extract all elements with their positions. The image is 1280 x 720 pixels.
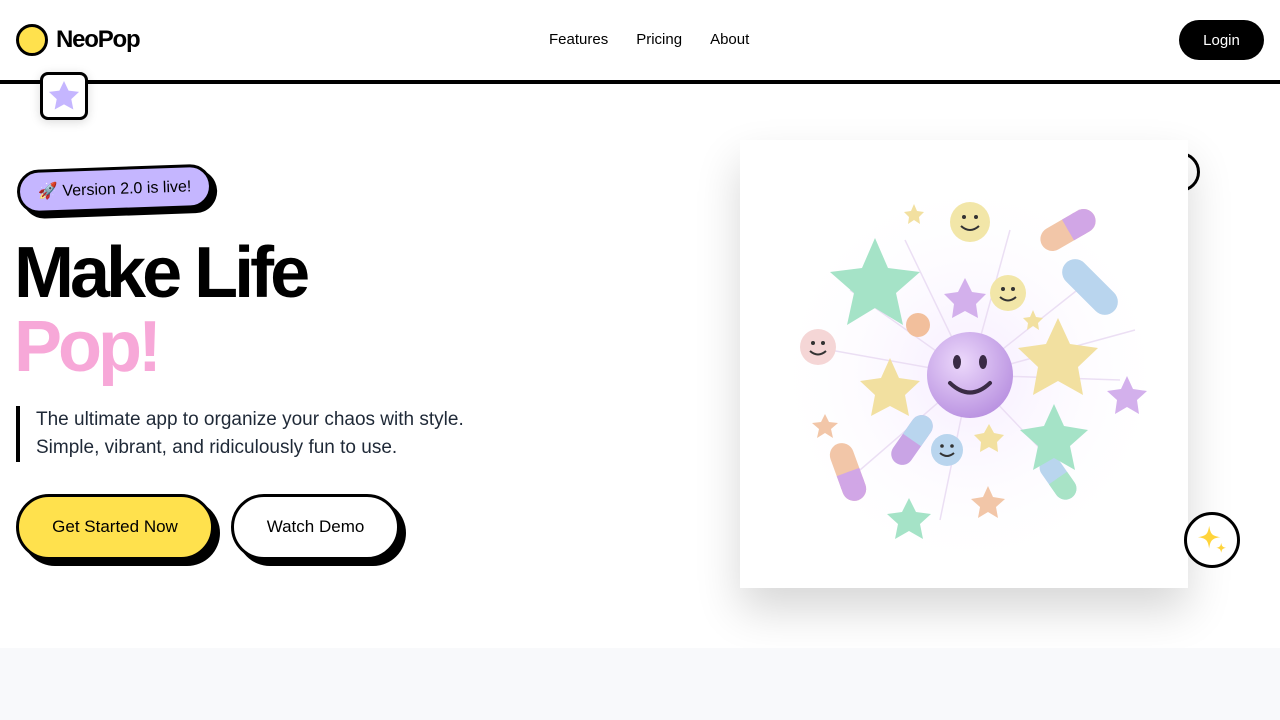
login-button[interactable]: Login (1179, 20, 1264, 60)
sparkle-icon (1197, 525, 1227, 553)
watch-demo-button[interactable]: Watch Demo (231, 494, 400, 560)
sparkle-button[interactable] (1184, 512, 1240, 568)
hero-illustration-art (770, 175, 1170, 575)
nav-link-pricing[interactable]: Pricing (636, 30, 682, 50)
hero-illustration (740, 140, 1188, 588)
navbar: NeoPop Features Pricing About Login (0, 0, 1280, 84)
star-icon (48, 80, 80, 110)
floating-star-card (40, 72, 88, 120)
nav-links: Features Pricing About (549, 30, 777, 50)
version-badge: 🚀 Version 2.0 is live! (16, 163, 214, 215)
logo[interactable]: NeoPop (16, 24, 141, 56)
headline-line-1: Make Life (14, 233, 310, 313)
hero-subtext: The ultimate app to organize your chaos … (16, 406, 464, 462)
nav-link-features[interactable]: Features (549, 30, 608, 50)
nav-link-about[interactable]: About (710, 30, 749, 50)
logo-circle-icon (16, 24, 48, 56)
subtext-line-2: Simple, vibrant, and ridiculously fun to… (36, 437, 398, 458)
get-started-button[interactable]: Get Started Now (16, 494, 214, 560)
subtext-line-1: The ultimate app to organize your chaos … (36, 409, 464, 430)
hero-headline: Make Life Pop! (14, 233, 310, 387)
headline-line-2: Pop! (14, 307, 162, 387)
next-section (0, 648, 1280, 720)
brand-name: NeoPop (56, 26, 141, 53)
